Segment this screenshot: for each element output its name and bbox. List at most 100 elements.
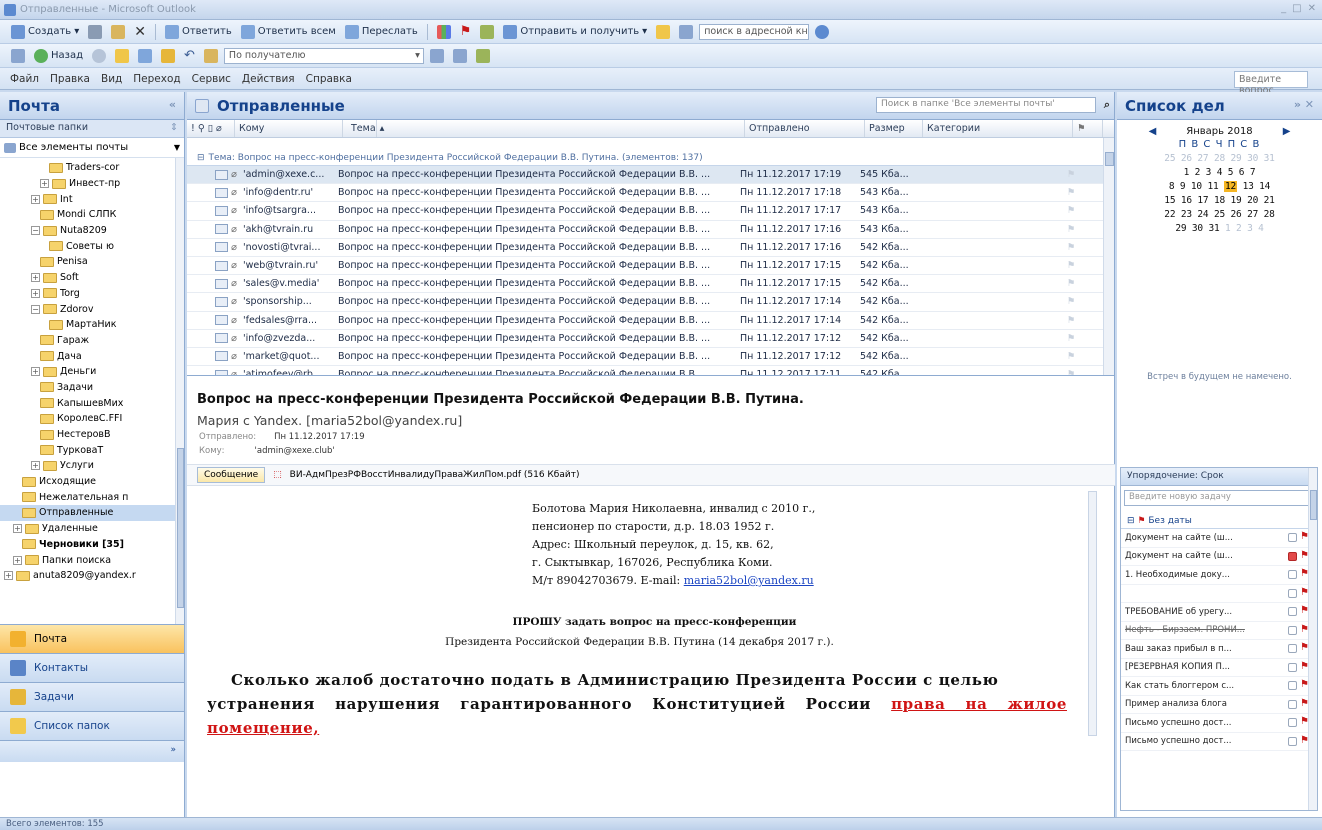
scrollbar-thumb[interactable] <box>177 448 184 608</box>
scrollbar-thumb[interactable] <box>1089 492 1096 602</box>
email-link[interactable]: maria52bol@yandex.ru <box>684 574 814 587</box>
expand-icon[interactable]: + <box>4 571 13 581</box>
task-item[interactable]: ТРЕБОВАНИЕ об урегу... ⚑ <box>1121 603 1317 622</box>
nav-button-tasks[interactable]: Задачи <box>0 682 184 711</box>
filter-button[interactable] <box>473 48 493 64</box>
folder-item[interactable]: Исходящие <box>0 474 184 490</box>
week-row[interactable]: 22 23 24 25 26 27 28 <box>1117 209 1322 220</box>
address-book-button[interactable] <box>676 24 696 40</box>
category-box[interactable] <box>1288 736 1297 746</box>
folder-item[interactable]: − Zdorov <box>0 301 184 317</box>
flag-icon[interactable]: ⚑ <box>1060 205 1082 216</box>
category-box[interactable] <box>1288 533 1297 542</box>
all-mail-items-selector[interactable]: Все элементы почты ▼ <box>0 138 184 158</box>
delete-button[interactable]: ✕ <box>131 23 149 41</box>
new-task-input[interactable]: Введите новую задачу <box>1124 490 1314 506</box>
expand-icon[interactable]: + <box>31 194 40 204</box>
search-icon[interactable]: ⌕ <box>1104 98 1110 112</box>
menu-view[interactable]: Вид <box>101 73 122 85</box>
scrollbar-thumb[interactable] <box>1105 152 1114 166</box>
move-button[interactable] <box>108 24 128 40</box>
help-button[interactable] <box>812 24 832 40</box>
week-row[interactable]: 1 2 3 4 5 6 7 <box>1117 167 1322 178</box>
collapse-icon[interactable]: « <box>169 98 176 111</box>
menu-actions[interactable]: Действия <box>242 73 295 85</box>
address-search-input[interactable]: поиск в адресной книге <box>699 23 810 40</box>
col-importance[interactable]: ! ⚲ ▯ ⌀ <box>187 120 235 137</box>
folder-item[interactable]: ТурковаТ <box>0 442 184 458</box>
task-item[interactable]: Ваш заказ прибыл в п... ⚑ <box>1121 640 1317 659</box>
group-button[interactable] <box>450 48 470 64</box>
category-box[interactable] <box>1288 681 1297 690</box>
week-row[interactable]: 29 30 31 1 2 3 4 <box>1117 223 1322 234</box>
task-item[interactable]: Письмо успешно дост... ⚑ <box>1121 714 1317 733</box>
expand-icon[interactable]: − <box>31 304 40 314</box>
message-tab[interactable]: Сообщение <box>197 467 266 483</box>
nav-button-folder-list[interactable]: Список папок <box>0 711 184 740</box>
folder-item[interactable]: Penisa <box>0 254 184 270</box>
menu-go[interactable]: Переход <box>133 73 180 85</box>
expand-icon[interactable]: + <box>31 288 40 298</box>
new-button[interactable]: Создать ▾ <box>8 24 82 40</box>
mail-row[interactable]: ⌀ 'admin@xexe.c... Вопрос на пресс-конфере… <box>187 166 1114 185</box>
flag-icon[interactable]: ⚑ <box>1060 242 1082 253</box>
folder-item[interactable]: − Nuta8209 <box>0 223 184 239</box>
undo-button[interactable]: ↶ <box>181 47 198 64</box>
address-book2-button[interactable] <box>201 48 221 64</box>
task-item[interactable]: Письмо успешно дост... ⚑ <box>1121 733 1317 751</box>
menu-edit[interactable]: Правка <box>50 73 90 85</box>
close-todo-icon[interactable]: » ✕ <box>1294 98 1314 111</box>
mail-row[interactable]: ⌀ 'info@tsargra... Вопрос на пресс-конфере… <box>187 202 1114 221</box>
folder-button[interactable] <box>653 24 673 40</box>
forward-button[interactable]: Переслать <box>342 24 421 40</box>
folder-item[interactable]: КоролевС.FFI <box>0 411 184 427</box>
folder-item[interactable]: + Деньги <box>0 364 184 380</box>
folder-item[interactable]: Нежелательная п <box>0 489 184 505</box>
week-row[interactable]: 25 26 27 28 29 30 31 <box>1117 153 1322 164</box>
expand-icon[interactable]: + <box>13 524 22 534</box>
task-item[interactable]: [РЕЗЕРВНАЯ КОПИЯ П... ⚑ <box>1121 659 1317 677</box>
expand-icon[interactable]: + <box>13 555 22 565</box>
mail-row[interactable]: ⌀ 'sponsorship... Вопрос на пресс-конферен… <box>187 293 1114 312</box>
mail-row[interactable]: ⌀ 'web@tvrain.ru' Вопрос на пресс-конферен… <box>187 257 1114 276</box>
find-contact-button[interactable] <box>477 24 497 40</box>
folder-item[interactable]: + Услуги <box>0 458 184 474</box>
help-question-input[interactable]: Введите вопрос <box>1234 71 1308 96</box>
category-box[interactable] <box>1288 570 1297 579</box>
col-size[interactable]: Размер <box>865 120 923 137</box>
minimize-icon[interactable]: _ <box>1281 3 1286 14</box>
mail-row[interactable]: ⌀ 'market@quot... Вопрос на пресс-конферен… <box>187 348 1114 367</box>
reply-button[interactable]: Ответить <box>162 24 235 40</box>
folder-item[interactable]: Черновики [35] <box>0 537 184 553</box>
next-month-icon[interactable]: ▶ <box>1283 126 1291 137</box>
expand-icon[interactable]: + <box>31 461 40 471</box>
categorize-button[interactable] <box>434 24 454 40</box>
col-flag[interactable]: ⚑ <box>1073 120 1103 137</box>
task-item[interactable]: ⚑ <box>1121 585 1317 603</box>
collapse-group-icon[interactable]: ⊟ <box>197 153 205 163</box>
tasks-button[interactable] <box>158 48 178 64</box>
body-scrollbar[interactable] <box>1088 491 1097 736</box>
mail-row[interactable]: ⌀ 'fedsales@rra... Вопрос на пресс-конфере… <box>187 312 1114 330</box>
back-button[interactable]: Назад <box>31 48 86 64</box>
folder-item[interactable]: + Int <box>0 191 184 207</box>
flag-icon[interactable]: ⚑ <box>1060 187 1082 198</box>
folder-item[interactable]: + Удаленные <box>0 521 184 537</box>
folder-item[interactable]: Задачи <box>0 380 184 396</box>
col-sent[interactable]: Отправлено <box>745 120 865 137</box>
col-to[interactable]: Кому <box>235 120 343 137</box>
category-box[interactable] <box>1288 644 1297 653</box>
task-item[interactable]: Как стать блоггером с... ⚑ <box>1121 677 1317 696</box>
category-box[interactable] <box>1288 625 1297 635</box>
folder-item[interactable]: + anuta8209@yandex.r <box>0 568 184 584</box>
scrollbar-thumb[interactable] <box>1310 490 1317 520</box>
category-box[interactable] <box>1288 607 1297 616</box>
flag-icon[interactable]: ⚑ <box>1060 278 1082 289</box>
prev-month-icon[interactable]: ◀ <box>1149 126 1157 137</box>
category-box[interactable] <box>1288 662 1297 672</box>
week-row[interactable]: 15 16 17 18 19 20 21 <box>1117 195 1322 206</box>
reply-all-button[interactable]: Ответить всем <box>238 24 339 40</box>
flag-icon[interactable]: ⚑ <box>1060 260 1082 271</box>
expand-icon[interactable]: + <box>40 179 49 189</box>
print-button[interactable] <box>85 24 105 40</box>
